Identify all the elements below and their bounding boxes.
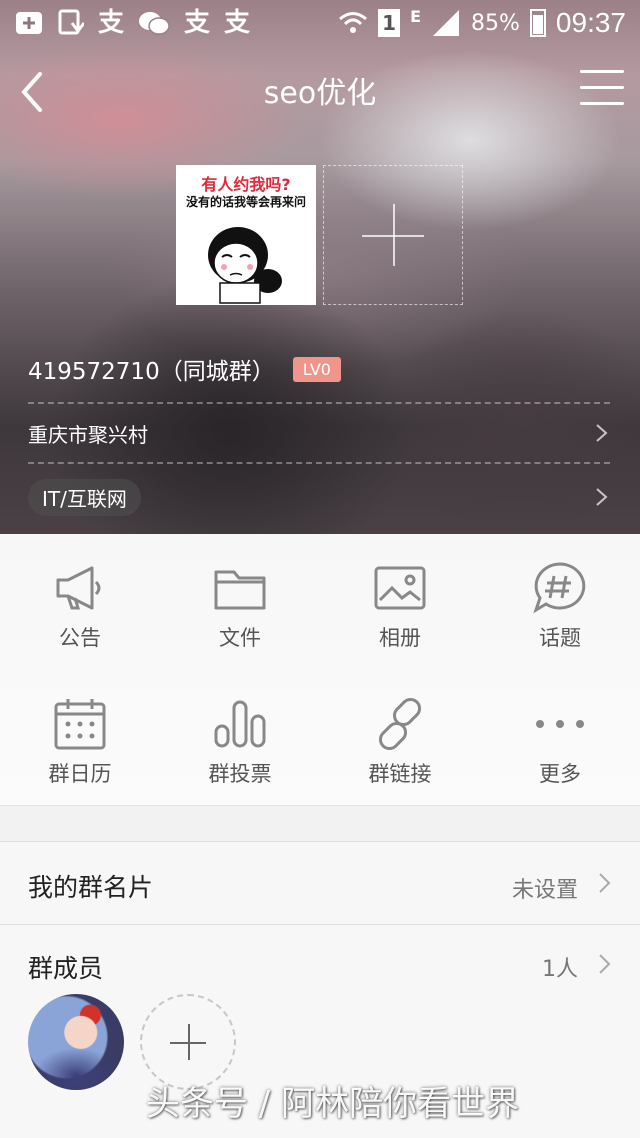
feature-label: 更多 xyxy=(539,762,581,786)
feature-vote[interactable]: 群投票 xyxy=(160,670,320,806)
feature-label: 文件 xyxy=(219,626,261,650)
status-bar: 支 支 支 1 E 85% 09:37 xyxy=(0,0,640,46)
location-row[interactable]: 重庆市聚兴村 xyxy=(28,406,612,460)
level-badge: LV0 xyxy=(292,356,341,382)
cartoon-face-icon xyxy=(208,227,282,304)
group-id-row: 419572710（同城群） LV0 xyxy=(28,352,341,386)
alipay-icon: 支 xyxy=(98,8,125,38)
feature-label: 公告 xyxy=(59,626,101,650)
topic-bubble-icon xyxy=(533,562,586,614)
chevron-right-icon xyxy=(596,424,608,442)
group-id: 419572710（同城群） xyxy=(28,359,275,385)
location-text: 重庆市聚兴村 xyxy=(28,422,148,447)
divider xyxy=(28,402,610,404)
clock: 09:37 xyxy=(555,7,626,38)
member-count: 1人 xyxy=(542,957,578,982)
chevron-right-icon xyxy=(596,488,608,506)
chevron-right-icon xyxy=(599,873,611,893)
my-card-row[interactable]: 我的群名片 未设置 xyxy=(0,842,640,924)
feature-label: 群日历 xyxy=(48,762,112,786)
feature-album[interactable]: 相册 xyxy=(320,534,480,670)
battery-percent: 85% xyxy=(471,10,520,36)
link-icon xyxy=(378,697,422,751)
folder-icon xyxy=(214,570,266,610)
feature-label: 话题 xyxy=(539,626,581,650)
watermark: 头条号 / 阿林陪你看世界 xyxy=(146,1084,520,1124)
download-icon xyxy=(58,9,84,35)
feature-link[interactable]: 群链接 xyxy=(320,670,480,806)
feature-announcement[interactable]: 公告 xyxy=(0,534,160,670)
add-box-icon xyxy=(16,12,42,34)
feature-files[interactable]: 文件 xyxy=(160,534,320,670)
feature-label: 相册 xyxy=(379,626,421,650)
megaphone-icon xyxy=(56,566,101,610)
alipay-icon: 支 xyxy=(224,8,251,38)
nav-bar: seo优化 xyxy=(0,58,640,122)
network-type: E xyxy=(410,6,422,26)
image-icon xyxy=(374,566,426,610)
member-avatar[interactable] xyxy=(28,994,124,1090)
category-tag: IT/互联网 xyxy=(28,478,141,516)
signal-icon xyxy=(433,10,460,36)
add-avatar-button[interactable] xyxy=(323,165,463,305)
feature-grid: 公告 文件 相册 话题 群日历 群投票 群链接 更多 xyxy=(0,534,640,806)
calendar-icon xyxy=(54,699,106,750)
sim-slot-icon: 1 xyxy=(378,9,401,37)
group-avatar[interactable]: 有人约我吗? 没有的话我等会再来问 xyxy=(176,165,316,305)
battery-icon xyxy=(529,9,546,37)
feature-more[interactable]: 更多 xyxy=(480,670,640,806)
chevron-right-icon xyxy=(599,954,611,974)
wechat-icon xyxy=(139,12,170,35)
alipay-icon: 支 xyxy=(184,8,211,38)
feature-label: 群投票 xyxy=(208,762,272,786)
row-title: 群成员 xyxy=(28,954,104,983)
feature-calendar[interactable]: 群日历 xyxy=(0,670,160,806)
menu-icon[interactable] xyxy=(580,70,624,110)
page-title: seo优化 xyxy=(263,76,377,111)
feature-label: 群链接 xyxy=(368,762,432,786)
row-value: 未设置 xyxy=(511,878,578,903)
more-dots-icon xyxy=(536,720,584,728)
category-row[interactable]: IT/互联网 xyxy=(28,470,612,524)
feature-topics[interactable]: 话题 xyxy=(480,534,640,670)
row-title: 我的群名片 xyxy=(28,873,154,902)
divider xyxy=(28,462,610,464)
vote-bars-icon xyxy=(214,700,266,748)
wifi-icon xyxy=(339,12,368,33)
